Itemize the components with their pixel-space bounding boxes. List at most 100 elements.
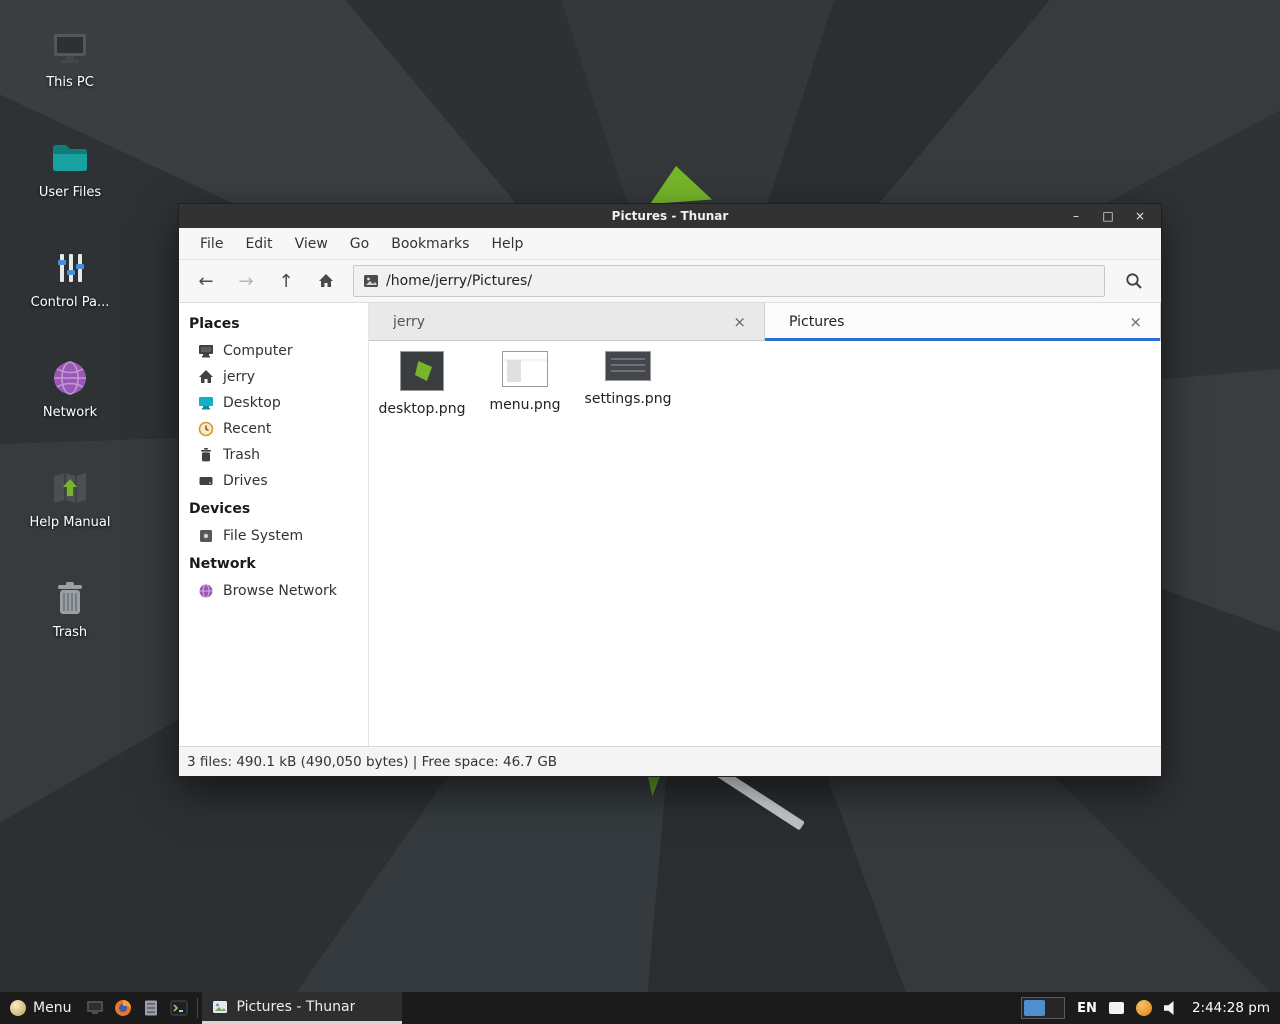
sidebar-header-devices: Devices — [179, 494, 368, 523]
file-name: menu.png — [489, 397, 560, 413]
file-name: settings.png — [585, 391, 672, 407]
sidebar-item-recent[interactable]: Recent — [179, 416, 368, 442]
close-button[interactable]: × — [1133, 204, 1147, 228]
network-globe-icon — [198, 583, 214, 599]
firefox-icon — [114, 999, 132, 1017]
desktop-icon-label: Trash — [18, 625, 122, 640]
sidebar-item-label: Desktop — [223, 395, 281, 411]
tab-jerry[interactable]: jerry × — [369, 303, 765, 341]
active-workspace[interactable] — [1024, 1000, 1045, 1016]
sliders-icon — [48, 246, 92, 290]
launcher-display[interactable] — [81, 992, 109, 1024]
workspace-pager[interactable] — [1021, 997, 1065, 1019]
keyboard-icon[interactable] — [1109, 1002, 1124, 1014]
keyboard-layout-indicator[interactable]: EN — [1077, 1001, 1097, 1016]
taskbar-separator — [197, 998, 198, 1018]
tab-label: Pictures — [789, 314, 1125, 330]
taskbar-window-button[interactable]: Pictures - Thunar — [202, 992, 402, 1024]
home-button[interactable] — [307, 265, 345, 297]
desktop-icon-user-files[interactable]: User Files — [18, 136, 122, 200]
computer-icon — [48, 26, 92, 70]
desktop-icon-label: This PC — [18, 75, 122, 90]
menu-bookmarks[interactable]: Bookmarks — [380, 228, 480, 260]
desktop-icon-control-panel[interactable]: Control Pa... — [18, 246, 122, 310]
notifier-icon[interactable] — [1136, 1000, 1152, 1016]
desktop-icon-label: User Files — [18, 185, 122, 200]
up-button[interactable]: ↑ — [267, 265, 305, 297]
back-button[interactable]: ← — [187, 265, 225, 297]
sidebar: Places Computer jerry Desktop Recent Tra… — [179, 303, 369, 746]
sidebar-item-trash[interactable]: Trash — [179, 442, 368, 468]
desktop-icon-label: Network — [18, 405, 122, 420]
sidebar-item-label: Computer — [223, 343, 293, 359]
sidebar-item-drives[interactable]: Drives — [179, 468, 368, 494]
home-icon — [198, 369, 214, 385]
launcher-file-cabinet[interactable] — [137, 992, 165, 1024]
tab-pictures[interactable]: Pictures × — [765, 303, 1161, 341]
forward-button[interactable]: → — [227, 265, 265, 297]
sidebar-item-label: Recent — [223, 421, 271, 437]
search-icon — [1125, 272, 1143, 290]
sidebar-item-computer[interactable]: Computer — [179, 338, 368, 364]
file-desktop-png[interactable]: desktop.png — [374, 351, 470, 417]
display-icon — [86, 999, 104, 1017]
desktop-icon-this-pc[interactable]: This PC — [18, 26, 122, 90]
window-title: Pictures - Thunar — [179, 209, 1161, 223]
computer-icon — [198, 343, 214, 359]
maximize-button[interactable]: □ — [1101, 204, 1115, 228]
window-controls: – □ × — [1069, 204, 1161, 228]
desktop-icon-help-manual[interactable]: Help Manual — [18, 466, 122, 530]
sidebar-item-browse-network[interactable]: Browse Network — [179, 578, 368, 604]
file-view[interactable]: desktop.png menu.png settings.png — [369, 341, 1161, 746]
applications-menu-button[interactable]: Menu — [0, 992, 81, 1024]
search-button[interactable] — [1115, 265, 1153, 297]
sidebar-item-label: File System — [223, 528, 303, 544]
image-folder-icon — [363, 274, 379, 288]
clock: 2:44:28 pm — [1192, 1000, 1270, 1016]
thumbnail-desktop-png — [400, 351, 444, 391]
volume-icon[interactable] — [1164, 1001, 1180, 1015]
trash-icon — [48, 576, 92, 620]
folder-icon — [48, 136, 92, 180]
clock-icon — [198, 421, 214, 437]
desktop-icon — [198, 395, 214, 411]
globe-icon — [48, 356, 92, 400]
taskbar-window-label: Pictures - Thunar — [236, 999, 355, 1015]
drive-icon — [198, 473, 214, 489]
sidebar-item-label: Drives — [223, 473, 268, 489]
menubar: File Edit View Go Bookmarks Help — [179, 228, 1161, 260]
path-bar[interactable]: /home/jerry/Pictures/ — [353, 265, 1105, 297]
menu-help[interactable]: Help — [480, 228, 534, 260]
toolbar: ← → ↑ /home/jerry/Pictures/ — [179, 260, 1161, 303]
file-menu-png[interactable]: menu.png — [477, 351, 573, 413]
titlebar[interactable]: Pictures - Thunar – □ × — [179, 204, 1161, 228]
launcher-firefox[interactable] — [109, 992, 137, 1024]
tab-close-icon[interactable]: × — [729, 311, 750, 333]
filesystem-icon — [198, 528, 214, 544]
sidebar-item-file-system[interactable]: File System — [179, 523, 368, 549]
sidebar-header-network: Network — [179, 549, 368, 578]
status-text: 3 files: 490.1 kB (490,050 bytes) | Free… — [187, 754, 557, 770]
sidebar-item-jerry[interactable]: jerry — [179, 364, 368, 390]
desktop-icon-network[interactable]: Network — [18, 356, 122, 420]
terminal-icon — [170, 999, 188, 1017]
tab-close-icon[interactable]: × — [1125, 311, 1146, 333]
minimize-button[interactable]: – — [1069, 204, 1083, 228]
trash-icon — [198, 447, 214, 463]
tab-label: jerry — [393, 314, 729, 330]
path-text: /home/jerry/Pictures/ — [386, 273, 532, 289]
desktop-icon-trash[interactable]: Trash — [18, 576, 122, 640]
menu-view[interactable]: View — [284, 228, 339, 260]
file-settings-png[interactable]: settings.png — [580, 351, 676, 407]
sidebar-item-desktop[interactable]: Desktop — [179, 390, 368, 416]
launcher-terminal[interactable] — [165, 992, 193, 1024]
home-icon — [318, 273, 334, 289]
sidebar-header-places: Places — [179, 309, 368, 338]
menu-edit[interactable]: Edit — [234, 228, 283, 260]
menu-button-label: Menu — [33, 1000, 71, 1016]
thunar-window: Pictures - Thunar – □ × File Edit View G… — [178, 203, 1162, 777]
menu-go[interactable]: Go — [339, 228, 380, 260]
map-icon — [48, 466, 92, 510]
menu-file[interactable]: File — [189, 228, 234, 260]
thumbnail-settings-png — [605, 351, 651, 381]
